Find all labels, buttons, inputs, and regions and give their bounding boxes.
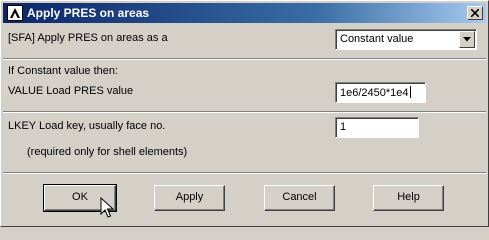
window-title: Apply PRES on areas	[27, 6, 150, 20]
lkey-input[interactable]: 1	[335, 117, 419, 138]
title-bar[interactable]: Apply PRES on areas	[3, 3, 486, 23]
apply-button[interactable]: Apply	[154, 185, 225, 211]
sfa-dropdown[interactable]: Constant value	[335, 29, 477, 50]
lkey-input-text: 1	[340, 121, 347, 133]
value-input[interactable]: 1e6/2450*1e4	[335, 82, 426, 103]
sfa-dropdown-value: Constant value	[340, 33, 414, 45]
separator	[3, 58, 486, 60]
separator	[3, 111, 486, 113]
separator	[3, 172, 486, 174]
value-label: VALUE Load PRES value	[8, 85, 134, 97]
ansys-logo-icon	[7, 5, 23, 21]
text-caret	[409, 86, 411, 98]
cancel-button[interactable]: Cancel	[264, 185, 335, 211]
chevron-down-icon[interactable]	[459, 31, 475, 48]
help-button[interactable]: Help	[373, 185, 444, 211]
sfa-label: [SFA] Apply PRES on areas as a	[8, 32, 168, 44]
lkey-label: LKEY Load key, usually face no.	[8, 120, 166, 132]
dialog-window: Apply PRES on areas [SFA] Apply PRES on …	[0, 0, 489, 227]
lkey-note: (required only for shell elements)	[27, 146, 188, 158]
value-input-text: 1e6/2450*1e4	[340, 87, 409, 99]
constant-header: If Constant value then:	[8, 65, 119, 77]
close-icon[interactable]	[467, 6, 483, 20]
mouse-pointer-icon	[100, 197, 114, 218]
